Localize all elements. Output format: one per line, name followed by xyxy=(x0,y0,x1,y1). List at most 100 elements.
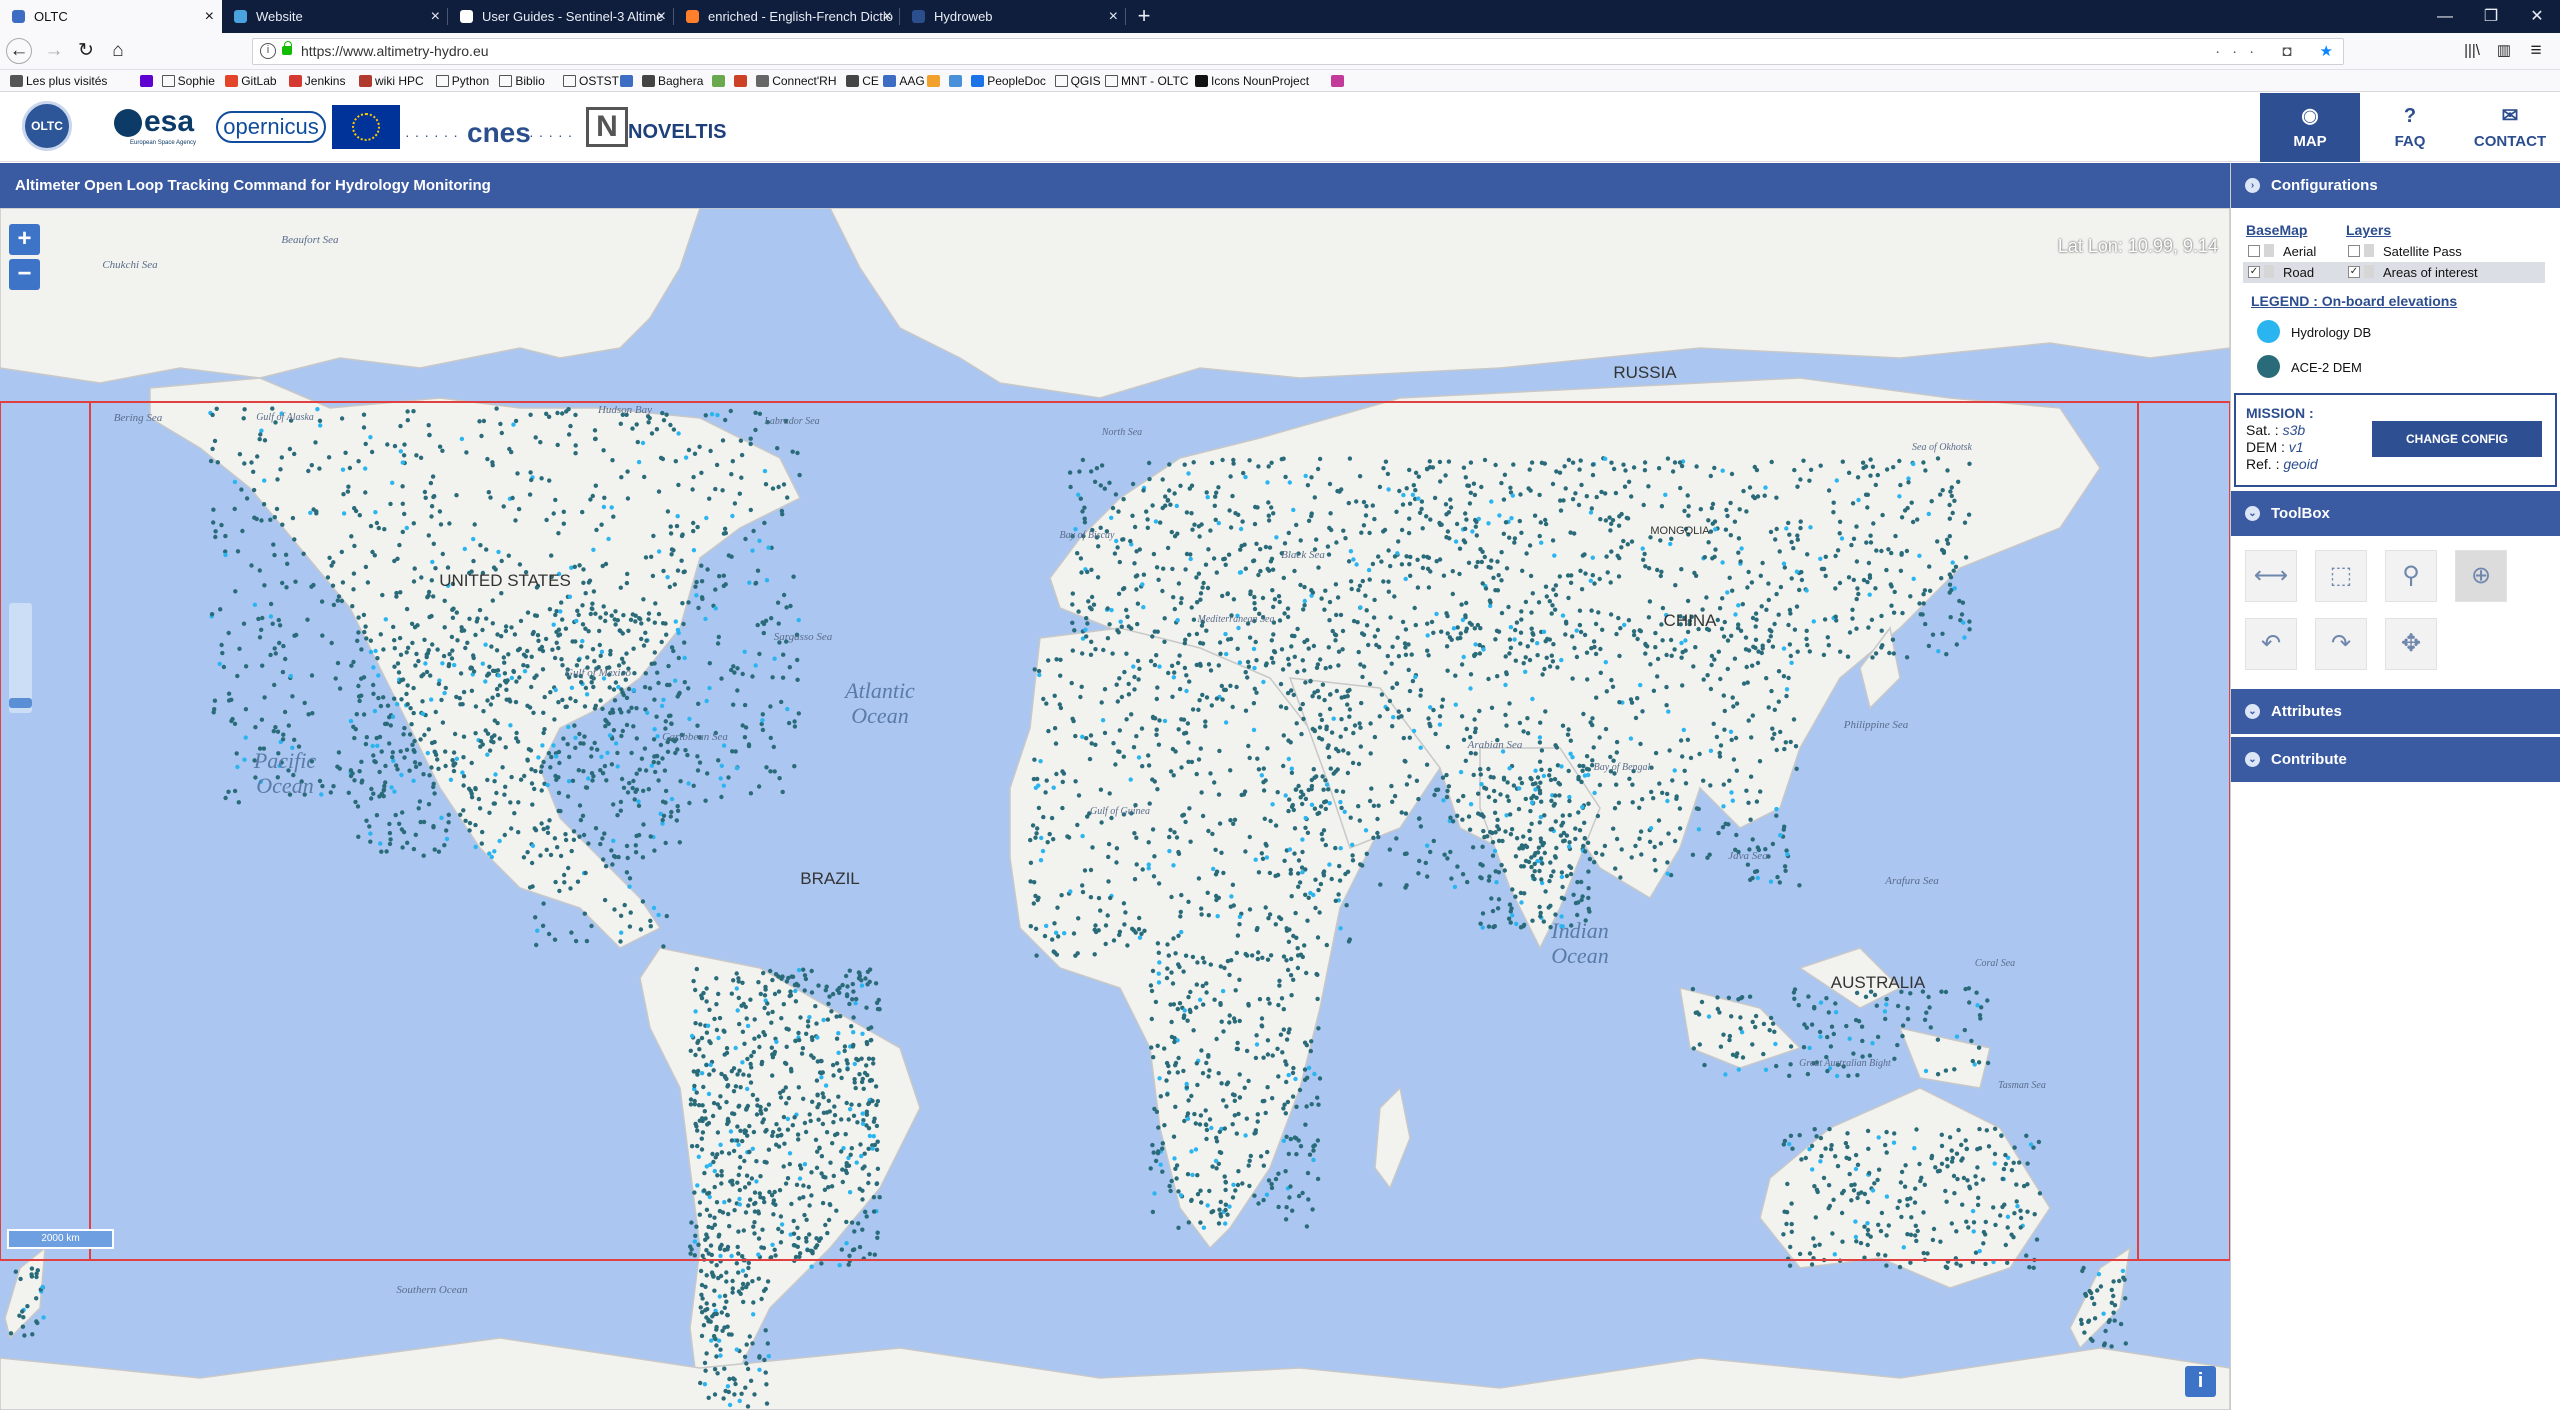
nav-faq[interactable]: ? FAQ xyxy=(2360,93,2460,162)
elevation-point xyxy=(429,504,435,509)
bookmark-item[interactable]: wiki HPC xyxy=(359,72,424,90)
elevation-point xyxy=(1899,551,1904,556)
bookmark-item[interactable] xyxy=(620,72,636,90)
bookmark-item[interactable]: Biblio xyxy=(499,72,545,90)
elevation-point xyxy=(781,652,786,657)
elevation-point xyxy=(319,792,324,797)
bookmark-star-icon[interactable]: ★ xyxy=(2320,43,2333,60)
elevation-point xyxy=(1733,735,1739,741)
elevation-point xyxy=(625,790,631,795)
elevation-point xyxy=(1219,1019,1224,1024)
elevation-point xyxy=(656,912,661,918)
elevation-point xyxy=(1208,771,1213,776)
elevation-point xyxy=(1345,770,1351,776)
sidebar-icon[interactable]: ▥ xyxy=(2490,37,2518,65)
tab-website[interactable]: Website × xyxy=(222,0,448,33)
elevation-point xyxy=(426,727,431,732)
bookmark-item[interactable] xyxy=(927,72,943,90)
bookmark-item[interactable]: Baghera xyxy=(642,72,703,90)
bookmark-item[interactable] xyxy=(734,72,750,90)
elevation-point xyxy=(1580,894,1585,899)
elevation-point xyxy=(1480,925,1485,930)
elevation-point xyxy=(1372,516,1377,522)
minimize-button[interactable]: — xyxy=(2422,0,2468,33)
elevation-point xyxy=(1358,744,1364,749)
bookmark-item[interactable]: CE xyxy=(846,72,879,90)
elevation-point xyxy=(1403,811,1409,816)
bookmark-item[interactable]: PeopleDoc xyxy=(971,72,1046,90)
page-actions[interactable]: ··· ◘ ★ xyxy=(2215,39,2333,64)
home-button[interactable]: ⌂ xyxy=(104,37,132,65)
elevation-point xyxy=(721,743,727,748)
elevation-point xyxy=(1291,507,1296,513)
elevation-point xyxy=(1303,892,1308,897)
nav-contact[interactable]: ✉ CONTACT xyxy=(2460,93,2560,162)
elevation-point xyxy=(1854,596,1859,602)
back-button[interactable]: ← xyxy=(6,38,32,64)
world-map[interactable]: Pacific Ocean Atlantic Ocean Indian Ocea… xyxy=(0,208,2230,1410)
close-icon[interactable]: × xyxy=(883,0,892,33)
maximize-button[interactable]: ❐ xyxy=(2468,0,2514,33)
elevation-point xyxy=(1521,834,1526,839)
tab-user-guides[interactable]: User Guides - Sentinel-3 Altime × xyxy=(448,0,674,33)
elevation-point xyxy=(442,598,447,603)
menu-icon[interactable]: ≡ xyxy=(2522,37,2550,65)
tab-enriched[interactable]: enriched - English-French Dictio × xyxy=(674,0,900,33)
bookmark-item[interactable] xyxy=(139,72,156,90)
elevation-point xyxy=(731,1148,737,1154)
bookmark-item[interactable]: Les plus visités xyxy=(10,72,107,90)
bookmark-item[interactable]: OSTST xyxy=(563,72,619,90)
bookmark-item[interactable] xyxy=(712,72,728,90)
elevation-point xyxy=(1368,721,1373,726)
elevation-point xyxy=(751,1129,757,1135)
elevation-point xyxy=(1797,883,1802,888)
elevation-point xyxy=(501,655,506,660)
site-info-icon[interactable]: i xyxy=(260,43,276,59)
bookmark-item[interactable]: Icons NounProject xyxy=(1195,72,1309,90)
close-window-button[interactable]: ✕ xyxy=(2514,0,2560,33)
bookmark-item[interactable]: Python xyxy=(435,72,489,90)
elevation-point xyxy=(742,735,748,740)
bookmark-item[interactable]: Connect'RH xyxy=(756,72,837,90)
close-icon[interactable]: × xyxy=(657,0,666,33)
pocket-icon[interactable]: ◘ xyxy=(2282,43,2303,60)
elevation-point xyxy=(1076,793,1082,798)
elevation-point xyxy=(744,1016,749,1021)
library-icon[interactable]: |||\ xyxy=(2458,37,2486,65)
more-actions-icon[interactable]: ··· xyxy=(2215,43,2266,60)
elevation-point xyxy=(691,1069,696,1074)
bookmark-item[interactable]: QGIS xyxy=(1054,72,1101,90)
elevation-point xyxy=(1554,845,1559,851)
tab-oltc[interactable]: OLTC × xyxy=(0,0,222,33)
tab-hydroweb[interactable]: Hydroweb × xyxy=(900,0,1126,33)
url-text[interactable]: https://www.altimetry-hydro.eu xyxy=(301,39,489,64)
elevation-point xyxy=(712,1392,718,1397)
bookmark-item[interactable]: AAG xyxy=(883,72,925,90)
elevation-point xyxy=(1049,815,1055,821)
elevation-point xyxy=(1148,983,1154,988)
elevation-point xyxy=(1218,1214,1224,1219)
close-icon[interactable]: × xyxy=(205,0,214,33)
elevation-point xyxy=(1485,834,1490,839)
bookmark-item[interactable]: Sophie xyxy=(161,72,215,90)
nav-map[interactable]: ◉ MAP xyxy=(2260,93,2360,162)
bookmark-item[interactable]: GitLab xyxy=(225,72,277,90)
new-tab-button[interactable]: + xyxy=(1130,0,1158,33)
bookmark-item[interactable] xyxy=(1331,72,1347,90)
elevation-point xyxy=(1305,483,1311,488)
elevation-point xyxy=(1054,657,1059,662)
reload-button[interactable]: ↻ xyxy=(72,37,100,65)
elevation-point xyxy=(1906,480,1911,485)
bookmark-item[interactable]: MNT - OLTC xyxy=(1105,72,1189,90)
oltc-logo[interactable]: OLTC xyxy=(22,101,72,151)
elevation-point xyxy=(1203,719,1208,724)
bookmark-item[interactable]: Jenkins xyxy=(288,72,345,90)
elevation-point xyxy=(580,813,586,818)
close-icon[interactable]: × xyxy=(431,0,440,33)
close-icon[interactable]: × xyxy=(1109,0,1118,33)
forward-button[interactable]: → xyxy=(40,37,68,65)
url-bar[interactable]: i https://www.altimetry-hydro.eu ··· ◘ ★ xyxy=(252,38,2344,65)
map-canvas[interactable]: Pacific Ocean Atlantic Ocean Indian Ocea… xyxy=(0,208,2230,1410)
elevation-point xyxy=(1491,924,1496,930)
bookmark-item[interactable] xyxy=(949,72,965,90)
